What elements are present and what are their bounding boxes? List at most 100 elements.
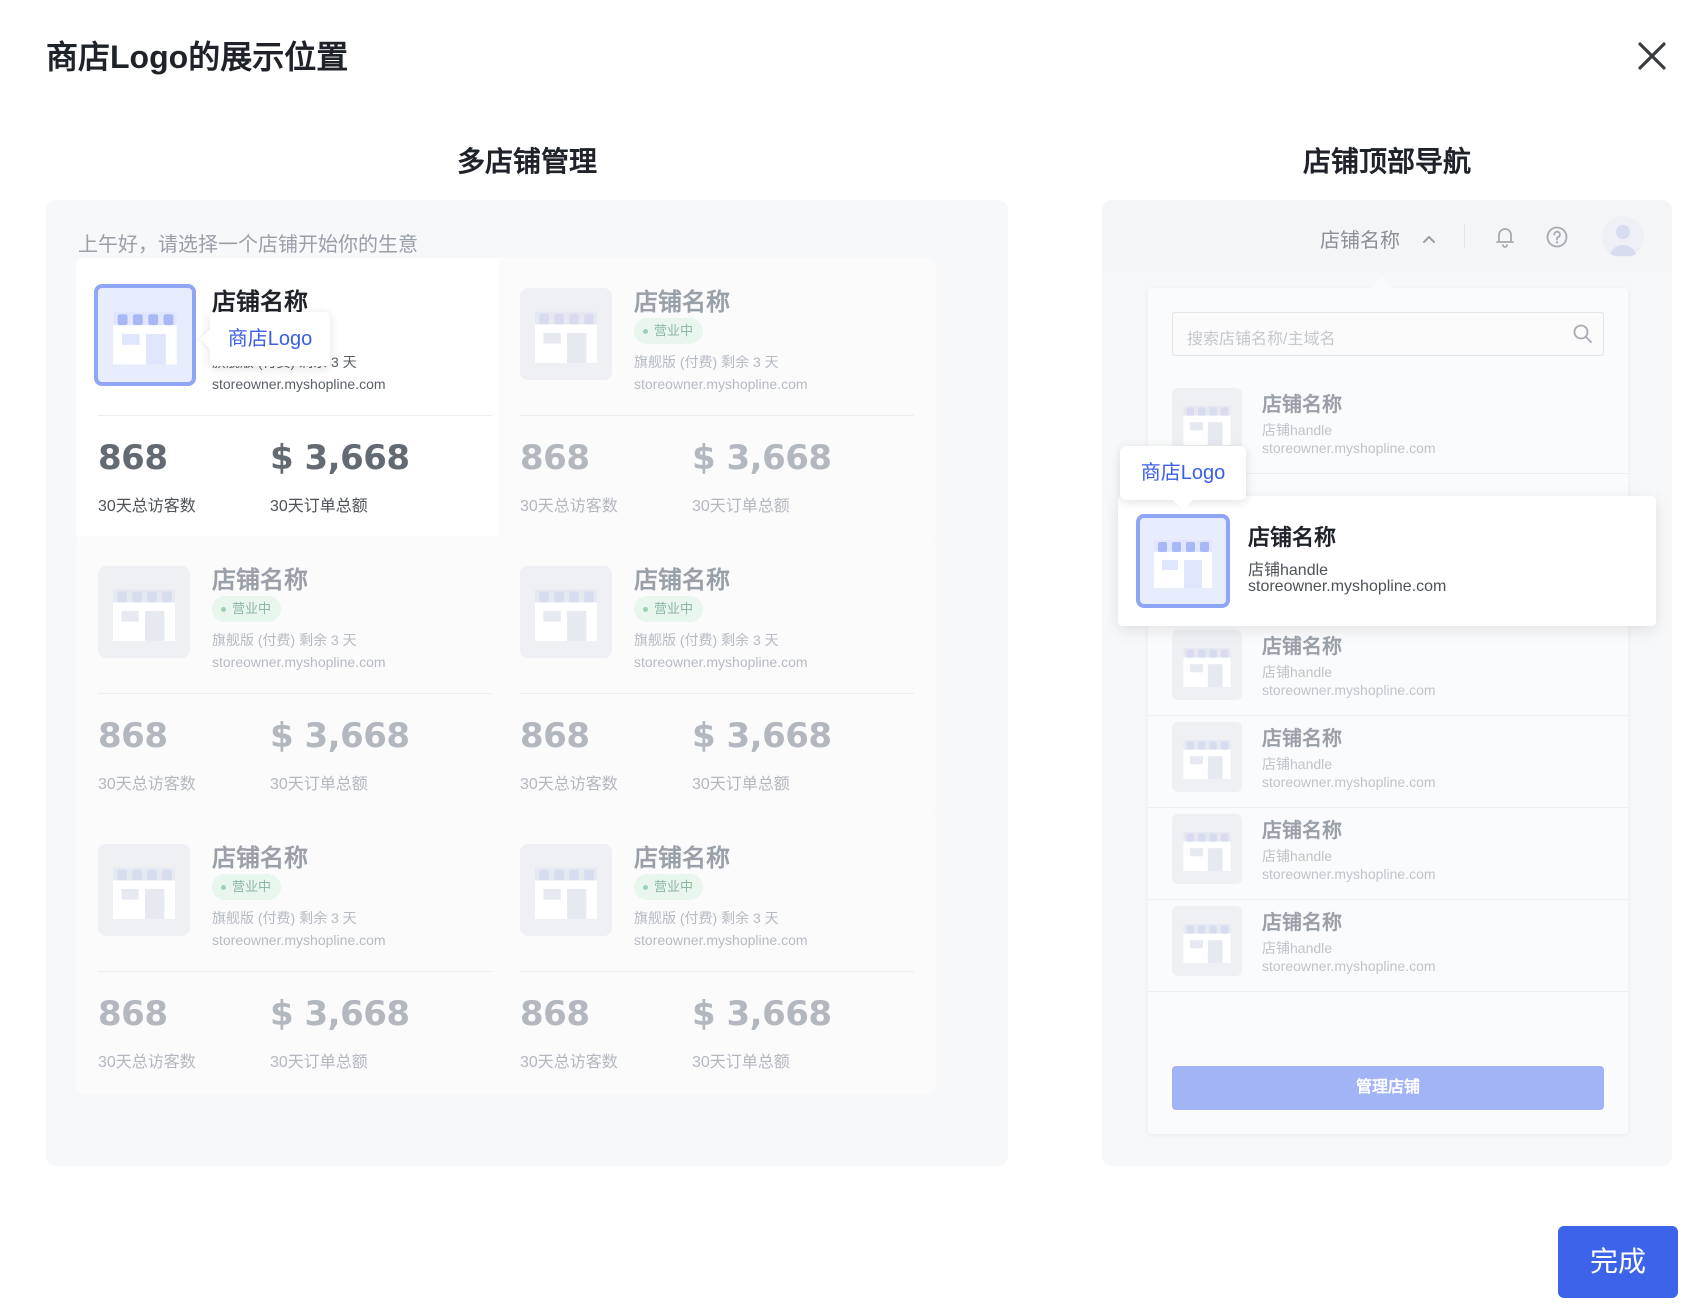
visitors-value: 868 xyxy=(520,994,590,1034)
store-domain: storeowner.myshopline.com xyxy=(1262,682,1436,698)
visitors-label: 30天总访客数 xyxy=(520,1054,618,1071)
card-divider xyxy=(520,971,914,972)
store-plan: 旗舰版 (付费) 剩余 3 天 xyxy=(212,910,357,926)
store-domain: storeowner.myshopline.com xyxy=(1262,774,1436,790)
orders-label: 30天订单总额 xyxy=(692,1054,790,1071)
nav-divider xyxy=(1464,224,1465,248)
orders-value: $ 3,668 xyxy=(692,438,832,478)
status-badge: 营业中 xyxy=(634,596,704,622)
top-nav-title: 店铺顶部导航 xyxy=(1302,146,1471,177)
store-plan: 旗舰版 (付费) 剩余 3 天 xyxy=(634,354,779,370)
store-handle: 店铺handle xyxy=(1262,940,1333,956)
store-domain: storeowner.myshopline.com xyxy=(634,932,808,948)
store-name: 店铺名称 xyxy=(1262,912,1342,934)
store-name: 店铺名称 xyxy=(634,289,730,316)
store-card[interactable]: 店铺名称 营业中 旗舰版 (付费) 剩余 3 天 storeowner.mysh… xyxy=(498,536,936,816)
store-name: 店铺名称 xyxy=(1262,636,1342,658)
card-divider xyxy=(520,415,914,416)
orders-label: 30天订单总额 xyxy=(270,1054,368,1071)
orders-label: 30天订单总额 xyxy=(692,776,790,793)
store-list-item[interactable]: 店铺名称 店铺handle storeowner.myshopline.com xyxy=(1148,706,1628,808)
status-badge: 营业中 xyxy=(634,874,704,900)
orders-label: 30天订单总额 xyxy=(692,498,790,515)
store-name: 店铺名称 xyxy=(1262,820,1342,842)
done-button[interactable]: 完成 xyxy=(1558,1226,1678,1298)
status-badge: 营业中 xyxy=(212,874,282,900)
store-handle: 店铺handle xyxy=(1262,664,1333,680)
store-logo xyxy=(98,566,190,658)
visitors-value: 868 xyxy=(98,994,168,1034)
store-domain: storeowner.myshopline.com xyxy=(212,932,386,948)
store-icon xyxy=(112,867,176,919)
card-divider xyxy=(98,415,492,416)
visitors-label: 30天总访客数 xyxy=(520,776,618,793)
store-logo xyxy=(98,844,190,936)
status-badge: 营业中 xyxy=(212,596,282,622)
store-icon xyxy=(1183,739,1231,779)
orders-value: $ 3,668 xyxy=(270,438,410,478)
search-icon[interactable] xyxy=(1571,322,1595,346)
store-icon xyxy=(1183,923,1231,963)
greeting-text: 上午好，请选择一个店铺开始你的生意 xyxy=(78,234,418,256)
visitors-label: 30天总访客数 xyxy=(98,498,196,515)
store-switch-dropdown: 搜索店铺名称/主域名 店铺名称 店铺handle storeowner.mysh… xyxy=(1148,288,1628,1134)
store-domain: storeowner.myshopline.com xyxy=(1262,440,1436,456)
card-divider xyxy=(520,693,914,694)
store-logo xyxy=(1172,722,1242,792)
bell-icon[interactable] xyxy=(1492,224,1518,250)
orders-value: $ 3,668 xyxy=(270,716,410,756)
store-handle: 店铺handle xyxy=(1262,756,1333,772)
store-logo xyxy=(94,284,196,386)
multi-store-preview: 上午好，请选择一个店铺开始你的生意 店铺名称 旗舰版 (付费) 剩余 3 天 s… xyxy=(46,200,1008,1166)
store-list-item[interactable]: 店铺名称 店铺handle storeowner.myshopline.com xyxy=(1148,614,1628,716)
store-handle: 店铺handle xyxy=(1262,848,1333,864)
orders-value: $ 3,668 xyxy=(692,716,832,756)
store-list-item[interactable]: 店铺名称 店铺handle storeowner.myshopline.com xyxy=(1148,890,1628,992)
visitors-label: 30天总访客数 xyxy=(98,776,196,793)
active-store-domain: storeowner.myshopline.com xyxy=(1248,578,1447,595)
store-logo-tooltip: 商店Logo xyxy=(210,312,330,366)
multi-store-title: 多店铺管理 xyxy=(456,146,597,177)
store-name: 店铺名称 xyxy=(1262,728,1342,750)
store-icon xyxy=(113,312,177,365)
store-icon xyxy=(1154,540,1212,588)
store-name: 店铺名称 xyxy=(634,845,730,872)
top-nav-preview: 店铺名称 搜索店铺名称/主域名 店铺名称 店铺handle storeowner… xyxy=(1102,200,1672,1166)
store-logo xyxy=(520,844,612,936)
store-card[interactable]: 店铺名称 旗舰版 (付费) 剩余 3 天 storeowner.myshopli… xyxy=(76,258,514,538)
chevron-up-icon[interactable] xyxy=(1420,230,1438,248)
visitors-value: 868 xyxy=(520,716,590,756)
store-icon xyxy=(1183,831,1231,871)
store-domain: storeowner.myshopline.com xyxy=(1262,958,1436,974)
logo-position-dialog: 商店Logo的展示位置 多店铺管理 店铺顶部导航 上午好，请选择一个店铺开始你的… xyxy=(0,0,1706,1312)
store-name: 店铺名称 xyxy=(212,567,308,594)
store-search-input[interactable]: 搜索店铺名称/主域名 xyxy=(1172,312,1604,356)
visitors-label: 30天总访客数 xyxy=(520,498,618,515)
store-domain: storeowner.myshopline.com xyxy=(1262,866,1436,882)
store-icon xyxy=(112,589,176,641)
store-name: 店铺名称 xyxy=(1262,394,1342,416)
visitors-value: 868 xyxy=(98,716,168,756)
store-card[interactable]: 店铺名称 营业中 旗舰版 (付费) 剩余 3 天 storeowner.mysh… xyxy=(76,536,514,816)
store-list-item[interactable]: 店铺名称 店铺handle storeowner.myshopline.com xyxy=(1148,798,1628,900)
store-icon xyxy=(534,589,598,641)
store-plan: 旗舰版 (付费) 剩余 3 天 xyxy=(212,632,357,648)
avatar-icon[interactable] xyxy=(1602,216,1644,258)
store-icon xyxy=(534,311,598,363)
close-icon[interactable] xyxy=(1632,36,1672,76)
store-selector[interactable]: 店铺名称 xyxy=(1320,224,1400,253)
store-card[interactable]: 店铺名称 营业中 旗舰版 (付费) 剩余 3 天 storeowner.mysh… xyxy=(76,814,514,1094)
store-card[interactable]: 店铺名称 营业中 旗舰版 (付费) 剩余 3 天 storeowner.mysh… xyxy=(498,258,936,538)
active-store-item[interactable]: 店铺名称 店铺handle storeowner.myshopline.com xyxy=(1118,496,1656,626)
store-plan: 旗舰版 (付费) 剩余 3 天 xyxy=(634,910,779,926)
store-logo xyxy=(520,566,612,658)
store-logo xyxy=(1172,814,1242,884)
visitors-value: 868 xyxy=(98,438,168,478)
store-domain: storeowner.myshopline.com xyxy=(634,654,808,670)
orders-label: 30天订单总额 xyxy=(270,776,368,793)
help-icon[interactable] xyxy=(1544,224,1570,250)
search-placeholder: 搜索店铺名称/主域名 xyxy=(1187,331,1336,348)
manage-stores-button[interactable]: 管理店铺 xyxy=(1172,1066,1604,1110)
store-card[interactable]: 店铺名称 营业中 旗舰版 (付费) 剩余 3 天 storeowner.mysh… xyxy=(498,814,936,1094)
card-divider xyxy=(98,693,492,694)
